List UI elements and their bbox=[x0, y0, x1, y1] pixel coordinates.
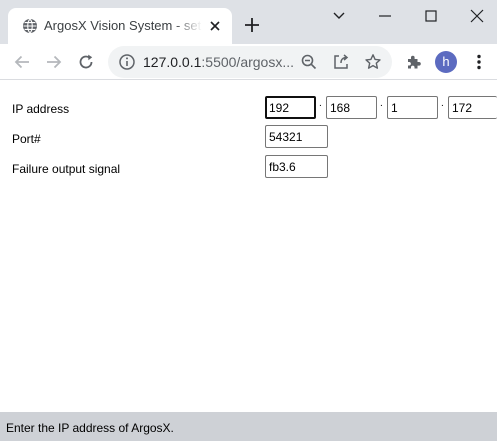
address-bar[interactable]: 127.0.0.1:5500/argosx... bbox=[108, 46, 392, 78]
chevron-down-icon[interactable] bbox=[330, 7, 348, 25]
share-icon[interactable] bbox=[332, 53, 350, 71]
browser-toolbar: 127.0.0.1:5500/argosx... h bbox=[0, 44, 497, 80]
tab-title: ArgosX Vision System - setup bbox=[44, 18, 202, 33]
reload-icon[interactable] bbox=[76, 52, 96, 72]
failure-output-signal-input[interactable] bbox=[265, 155, 328, 178]
browser-tab[interactable]: ArgosX Vision System - setup bbox=[8, 8, 232, 44]
ip-octet-2-input[interactable] bbox=[326, 96, 377, 119]
ip-separator: . bbox=[319, 98, 322, 109]
tab-strip: ArgosX Vision System - setup bbox=[0, 0, 497, 44]
close-icon[interactable] bbox=[206, 17, 224, 35]
page-content: IP address . . . Port# Failure output si… bbox=[0, 81, 497, 412]
ip-octet-3-input[interactable] bbox=[387, 96, 438, 119]
close-window-icon[interactable] bbox=[468, 7, 486, 25]
globe-icon bbox=[23, 18, 37, 34]
info-icon[interactable] bbox=[118, 53, 136, 71]
ip-octet-4-input[interactable] bbox=[448, 96, 497, 119]
failure-output-signal-label: Failure output signal bbox=[12, 162, 121, 176]
plus-icon[interactable] bbox=[243, 16, 261, 34]
avatar[interactable]: h bbox=[435, 51, 457, 73]
back-arrow-icon[interactable] bbox=[12, 52, 32, 72]
maximize-icon[interactable] bbox=[422, 7, 440, 25]
puzzle-icon[interactable] bbox=[404, 52, 424, 72]
status-bar: Enter the IP address of ArgosX. bbox=[0, 412, 497, 441]
url-host: 127.0.0.1 bbox=[143, 54, 202, 70]
more-vert-icon[interactable] bbox=[469, 52, 489, 72]
url-text: 127.0.0.1:5500/argosx... bbox=[143, 54, 294, 70]
port-input[interactable] bbox=[265, 125, 328, 148]
ip-separator: . bbox=[380, 98, 383, 109]
ip-address-label: IP address bbox=[12, 102, 70, 116]
star-icon[interactable] bbox=[364, 53, 382, 71]
url-path: :5500/argosx... bbox=[201, 54, 295, 70]
zoom-out-icon[interactable] bbox=[300, 53, 318, 71]
minimize-icon[interactable] bbox=[376, 7, 394, 25]
ip-octet-1-input[interactable] bbox=[265, 96, 316, 119]
port-label: Port# bbox=[12, 132, 41, 146]
ip-separator: . bbox=[441, 98, 444, 109]
status-text: Enter the IP address of ArgosX. bbox=[6, 421, 174, 435]
forward-arrow-icon[interactable] bbox=[44, 52, 64, 72]
